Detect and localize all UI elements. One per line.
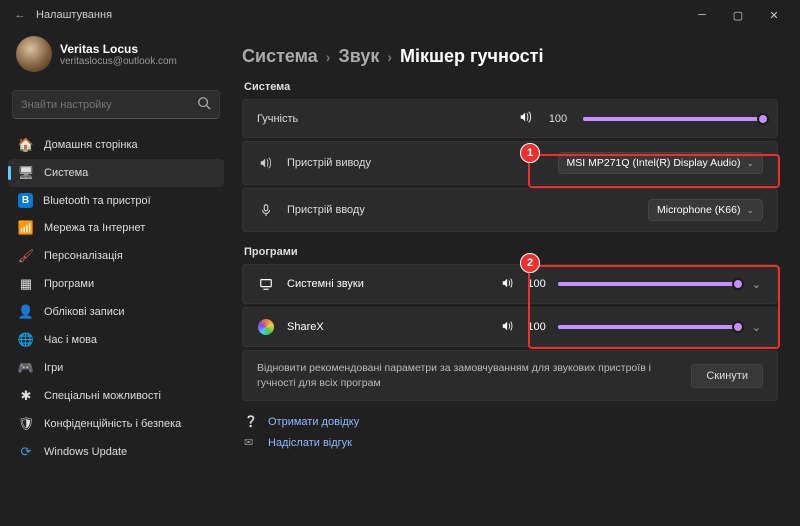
back-button[interactable]: ← (8, 9, 32, 21)
nav-label: Облікові записи (44, 306, 125, 318)
output-device-dropdown[interactable]: MSI MP271Q (Intel(R) Display Audio) ⌄ (558, 152, 763, 174)
nav-label: Конфіденційність і безпека (44, 418, 181, 430)
user-email: veritaslocus@outlook.com (60, 56, 177, 67)
reset-button[interactable]: Скинути (691, 364, 763, 388)
chevron-down-icon: ⌄ (746, 205, 754, 216)
nav-label: Ігри (44, 362, 63, 374)
sidebar-item-9[interactable]: ✱ Спеціальні можливості (8, 382, 224, 410)
sidebar-item-8[interactable]: 🎮 Ігри (8, 354, 224, 382)
window-title: Налаштування (36, 9, 112, 21)
nav-label: Спеціальні можливості (44, 390, 161, 402)
volume-slider[interactable] (583, 117, 763, 121)
sidebar-item-4[interactable]: 🖌 Персоналізація (8, 242, 224, 270)
annotation-badge-1: 1 (520, 143, 540, 163)
nav-icon: ⟳ (18, 444, 34, 460)
nav-icon: 🏠 (18, 137, 34, 153)
nav-icon: B (18, 193, 33, 208)
nav-icon: 🌐 (18, 332, 34, 348)
output-device-row: Пристрій виводу MSI MP271Q (Intel(R) Dis… (242, 141, 778, 185)
help-link[interactable]: ❔ Отримати довідку (242, 411, 778, 432)
crumb-current: Мікшер гучності (400, 46, 543, 67)
help-icon: ❔ (244, 415, 260, 428)
volume-value: 100 (545, 113, 571, 125)
section-apps: Програми (244, 246, 778, 258)
volume-label: Гучність (257, 113, 298, 125)
nav-icon: ✱ (18, 388, 34, 404)
chevron-down-icon: ⌄ (746, 158, 754, 169)
app-volume-slider[interactable] (558, 325, 738, 329)
volume-row: Гучність 100 (242, 99, 778, 138)
feedback-link[interactable]: ✉ Надіслати відгук (242, 432, 778, 453)
nav-label: Bluetooth та пристрої (43, 195, 151, 207)
speaker-icon[interactable] (501, 319, 515, 336)
search-icon (197, 96, 211, 113)
sidebar-item-0[interactable]: 🏠 Домашня сторінка (8, 131, 224, 159)
app-volume-value: 100 (527, 278, 545, 290)
section-system: Система (244, 81, 778, 93)
app-name: Системні звуки (287, 278, 364, 290)
expand-button[interactable]: ⌄ (750, 321, 763, 334)
app-volume-value: 100 (527, 321, 545, 333)
input-device-dropdown[interactable]: Microphone (K66) ⌄ (648, 199, 763, 221)
sidebar-item-1[interactable]: 🖥 Система (8, 159, 224, 187)
sidebar-item-3[interactable]: 📶 Мережа та Інтернет (8, 214, 224, 242)
nav-icon: ▦ (18, 276, 34, 292)
app-volume-row: Системні звуки 100 ⌄ (242, 264, 778, 304)
input-device-row: Пристрій вводу Microphone (K66) ⌄ (242, 188, 778, 232)
nav-icon: 👤 (18, 304, 34, 320)
restore-text: Відновити рекомендовані параметри за зам… (257, 361, 677, 390)
annotation-badge-2: 2 (520, 253, 540, 273)
minimize-button[interactable]: ─ (684, 0, 720, 30)
nav-label: Мережа та Інтернет (44, 222, 145, 234)
nav-icon: 🖥 (18, 165, 34, 181)
search-field[interactable] (21, 99, 197, 111)
breadcrumb: Система › Звук › Мікшер гучності (242, 46, 778, 67)
nav-icon: 📶 (18, 220, 34, 236)
sidebar-item-10[interactable]: 🛡 Конфіденційність і безпека (8, 410, 224, 438)
close-button[interactable]: ✕ (756, 0, 792, 30)
speaker-icon (257, 156, 275, 170)
app-volume-slider[interactable] (558, 282, 738, 286)
user-profile[interactable]: Veritas Locus veritaslocus@outlook.com (8, 30, 224, 84)
nav-label: Час і мова (44, 334, 97, 346)
user-name: Veritas Locus (60, 42, 177, 56)
microphone-icon (257, 203, 275, 217)
restore-defaults-row: Відновити рекомендовані параметри за зам… (242, 350, 778, 401)
output-device-value: MSI MP271Q (Intel(R) Display Audio) (567, 157, 741, 169)
crumb-system[interactable]: Система (242, 46, 318, 67)
nav-label: Система (44, 167, 88, 179)
app-icon (257, 318, 275, 336)
crumb-sound[interactable]: Звук (338, 46, 379, 67)
sidebar-item-2[interactable]: B Bluetooth та пристрої (8, 187, 224, 214)
app-icon (257, 275, 275, 293)
expand-button[interactable]: ⌄ (750, 278, 763, 291)
output-label: Пристрій виводу (287, 157, 371, 169)
feedback-icon: ✉ (244, 436, 260, 449)
avatar (16, 36, 52, 72)
sidebar-item-7[interactable]: 🌐 Час і мова (8, 326, 224, 354)
chevron-right-icon: › (387, 49, 392, 65)
app-volume-row: ShareX 100 ⌄ (242, 307, 778, 347)
chevron-right-icon: › (326, 49, 331, 65)
search-input[interactable] (12, 90, 220, 119)
speaker-icon[interactable] (501, 276, 515, 293)
sidebar-item-6[interactable]: 👤 Облікові записи (8, 298, 224, 326)
nav-icon: 🖌 (18, 248, 34, 264)
speaker-icon[interactable] (519, 110, 533, 127)
nav-label: Домашня сторінка (44, 139, 138, 151)
nav-icon: 🛡 (18, 416, 34, 432)
input-label: Пристрій вводу (287, 204, 365, 216)
sidebar-item-5[interactable]: ▦ Програми (8, 270, 224, 298)
input-device-value: Microphone (K66) (657, 204, 740, 216)
nav-label: Програми (44, 278, 94, 290)
nav-label: Персоналізація (44, 250, 123, 262)
app-name: ShareX (287, 321, 324, 333)
maximize-button[interactable]: ▢ (720, 0, 756, 30)
sidebar-item-11[interactable]: ⟳ Windows Update (8, 438, 224, 466)
nav-icon: 🎮 (18, 360, 34, 376)
nav-label: Windows Update (44, 446, 127, 458)
